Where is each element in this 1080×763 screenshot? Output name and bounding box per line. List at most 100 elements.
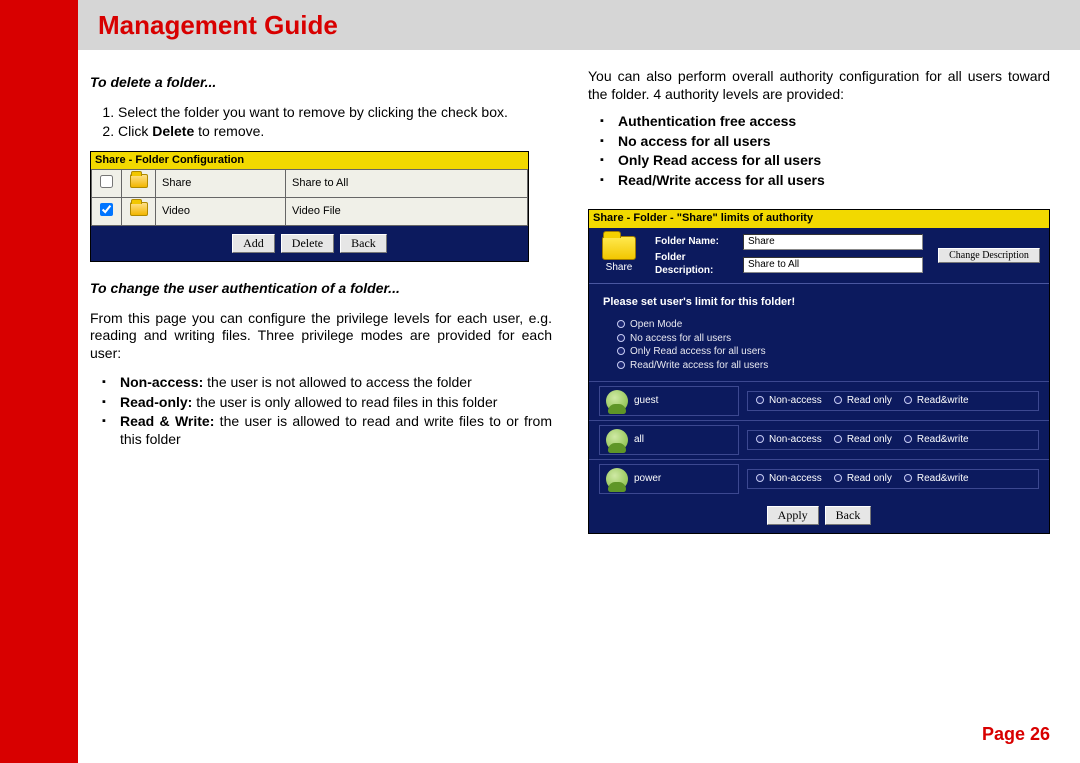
add-button[interactable]: Add — [232, 234, 275, 253]
uopt-1[interactable]: Read only — [834, 434, 892, 447]
row1-name[interactable]: Video — [156, 198, 286, 226]
radio-icon — [834, 435, 842, 443]
radio-icon — [834, 396, 842, 404]
shot2-header: Share Folder Name: Share Folder Descript… — [589, 228, 1049, 285]
opt-label: No access for all users — [630, 333, 731, 344]
row0-desc: Share to All — [286, 170, 528, 198]
overall-auth-intro: You can also perform overall authority c… — [588, 68, 1050, 103]
user-row-1: all Non-access Read only Read&write — [589, 420, 1049, 459]
mode-b: Non-access: — [120, 374, 203, 390]
opt-label: Open Mode — [630, 319, 682, 330]
user-icon — [606, 429, 628, 451]
folder-name-value: Share — [743, 234, 923, 251]
uopt-1[interactable]: Read only — [834, 473, 892, 486]
radio-icon — [617, 320, 625, 328]
opt-label: Non-access — [769, 395, 822, 406]
opt-label: Only Read access for all users — [630, 346, 766, 357]
auth-intro: From this page you can configure the pri… — [90, 310, 552, 363]
global-opt-1[interactable]: No access for all users — [617, 333, 1035, 346]
mode-nonaccess: Non-access: the user is not allowed to a… — [102, 374, 552, 392]
delete-button[interactable]: Delete — [281, 234, 334, 253]
uopt-2[interactable]: Read&write — [904, 395, 969, 408]
user-opts: Non-access Read only Read&write — [747, 469, 1039, 490]
global-opt-0[interactable]: Open Mode — [617, 319, 1035, 332]
user-name: all — [634, 434, 644, 447]
uopt-0[interactable]: Non-access — [756, 434, 822, 447]
folder-desc-value: Share to All — [743, 257, 923, 274]
row0-name[interactable]: Share — [156, 170, 286, 198]
level-3: Read/Write access for all users — [600, 172, 1050, 190]
folder-name-label: Folder Name: — [655, 236, 743, 249]
apply-button[interactable]: Apply — [767, 506, 819, 525]
radio-icon — [756, 396, 764, 404]
shot2-fields: Folder Name: Share Folder Description: S… — [649, 228, 929, 284]
radio-icon — [904, 396, 912, 404]
row1-desc: Video File — [286, 198, 528, 226]
authority-screenshot: Share - Folder - "Share" limits of autho… — [588, 209, 1050, 534]
opt-label: Read only — [847, 434, 892, 445]
page-footer: Page 26 — [90, 710, 1050, 745]
shot2-folder-cell: Share — [589, 228, 649, 284]
step2-prefix: Click — [118, 123, 152, 139]
user-icon — [606, 468, 628, 490]
mode-b: Read & Write: — [120, 413, 214, 429]
uopt-2[interactable]: Read&write — [904, 434, 969, 447]
opt-label: Read only — [847, 395, 892, 406]
shot2-button-row: Apply Back — [589, 498, 1049, 533]
change-desc-cell: Change Description — [929, 228, 1049, 284]
user-name: power — [634, 473, 661, 486]
page-title: Management Guide — [98, 10, 338, 41]
shot2-folder-label: Share — [606, 262, 633, 275]
authority-levels: Authentication free access No access for… — [600, 113, 1050, 189]
global-opt-3[interactable]: Read/Write access for all users — [617, 360, 1035, 373]
step2-bold: Delete — [152, 123, 194, 139]
level-2: Only Read access for all users — [600, 152, 1050, 170]
folder-icon-cell — [122, 198, 156, 226]
step-2: Click Delete to remove. — [118, 123, 552, 141]
radio-icon — [617, 334, 625, 342]
mode-readonly: Read-only: the user is only allowed to r… — [102, 394, 552, 412]
user-opts: Non-access Read only Read&write — [747, 391, 1039, 412]
global-opt-2[interactable]: Only Read access for all users — [617, 346, 1035, 359]
user-icon — [606, 390, 628, 412]
folder-icon — [130, 174, 148, 188]
checkbox[interactable] — [100, 203, 113, 216]
delete-steps: Select the folder you want to remove by … — [118, 104, 552, 141]
opt-label: Read/Write access for all users — [630, 360, 768, 371]
right-column: You can also perform overall authority c… — [588, 68, 1050, 710]
folder-config-screenshot: Share - Folder Configuration Share Share… — [90, 151, 529, 263]
level-1: No access for all users — [600, 133, 1050, 151]
shot1-table: Share Share to All Video Video File — [91, 169, 528, 226]
radio-icon — [617, 347, 625, 355]
set-limit-prompt: Please set user's limit for this folder! — [589, 284, 1049, 316]
change-description-button[interactable]: Change Description — [938, 248, 1040, 263]
radio-icon — [756, 474, 764, 482]
back-button[interactable]: Back — [340, 234, 387, 253]
row1-checkbox[interactable] — [92, 198, 122, 226]
table-row: Video Video File — [92, 198, 528, 226]
left-column: To delete a folder... Select the folder … — [90, 68, 552, 710]
user-opts: Non-access Read only Read&write — [747, 430, 1039, 451]
page-header: Management Guide — [78, 0, 1080, 50]
level-0: Authentication free access — [600, 113, 1050, 131]
mode-t: the user is not allowed to access the fo… — [203, 374, 471, 390]
user-cell: power — [599, 464, 739, 494]
radio-icon — [904, 474, 912, 482]
back-button-2[interactable]: Back — [825, 506, 872, 525]
uopt-0[interactable]: Non-access — [756, 473, 822, 486]
opt-label: Read only — [847, 473, 892, 484]
shot2-titlebar: Share - Folder - "Share" limits of autho… — [589, 210, 1049, 228]
red-sidebar — [0, 0, 78, 763]
mode-b: Read-only: — [120, 394, 192, 410]
opt-label: Read&write — [917, 434, 969, 445]
checkbox[interactable] — [100, 175, 113, 188]
uopt-2[interactable]: Read&write — [904, 473, 969, 486]
global-radios: Open Mode No access for all users Only R… — [589, 316, 1049, 381]
uopt-1[interactable]: Read only — [834, 395, 892, 408]
row0-checkbox[interactable] — [92, 170, 122, 198]
opt-label: Non-access — [769, 473, 822, 484]
radio-icon — [756, 435, 764, 443]
opt-label: Read&write — [917, 473, 969, 484]
opt-label: Read&write — [917, 395, 969, 406]
uopt-0[interactable]: Non-access — [756, 395, 822, 408]
